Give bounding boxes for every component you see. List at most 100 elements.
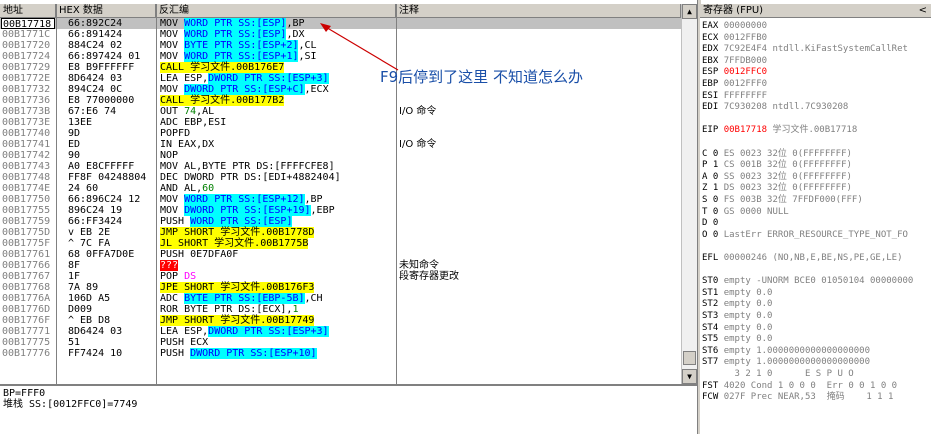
- address-cell: 00B17750: [2, 194, 51, 205]
- register-name: EIP: [702, 125, 724, 136]
- disasm-row[interactable]: 00B1773E 13EE ADC EBP,ESI: [0, 117, 681, 128]
- register-detail: 0.0: [756, 299, 773, 310]
- disasm-row[interactable]: 00B17724 66:897424 01 MOV WORD PTR SS:[ESP…: [0, 51, 681, 62]
- disasm-row[interactable]: 00B17771 8D6424 03 LEA ESP,DWORD PTR SS:[E…: [0, 326, 681, 337]
- disasm-cell: ADC BYTE PTR SS:[EBP-5B],CH: [160, 293, 323, 304]
- register-line[interactable]: EFL 00000246 (NO,NB,E,BE,NS,PE,GE,LE): [702, 253, 903, 264]
- disasm-row[interactable]: 00B17736 E8 77000000 CALL 学习文件.00B177B2: [0, 95, 681, 106]
- disasm-row[interactable]: 00B17768 7A 89 JPE SHORT 学习文件.00B176F3: [0, 282, 681, 293]
- disasm-row-selected[interactable]: 00B17718 66:892C24 MOV WORD PTR SS:[ESP],B…: [0, 18, 681, 30]
- register-line[interactable]: ST3 empty 0.0: [702, 311, 772, 322]
- disasm-row[interactable]: 00B17759 66:FF3424 PUSH WORD PTR SS:[ESP]: [0, 216, 681, 227]
- disasm-token: ,CH: [304, 293, 323, 304]
- register-line[interactable]: EBP 0012FFF0: [702, 79, 772, 90]
- register-line[interactable]: ESP 0012FFC0: [702, 67, 772, 78]
- disasm-token: ,CL: [298, 40, 317, 51]
- disasm-row[interactable]: 00B1774E 24 60 AND AL,60: [0, 183, 681, 194]
- disasm-row[interactable]: 00B17740 9D POPFD: [0, 128, 681, 139]
- column-header-disasm[interactable]: 反汇编: [156, 4, 396, 18]
- disasm-row[interactable]: 00B17766 8F??? 未知命令: [0, 260, 681, 271]
- scroll-down-button[interactable]: ▼: [682, 369, 697, 384]
- register-detail: NULL: [767, 206, 789, 217]
- register-name: FCW: [702, 392, 724, 403]
- register-line[interactable]: A 0 SS 0023 32位 0(FFFFFFFF): [702, 172, 852, 183]
- disassembly-scrollbar[interactable]: ▲ ▼: [681, 4, 698, 384]
- disasm-token: PUSH ECX: [160, 337, 209, 348]
- registers-toggle-button[interactable]: <: [919, 4, 927, 18]
- scroll-thumb[interactable]: [683, 351, 696, 365]
- disasm-token: BYTE PTR SS:[EBP-5B]: [184, 293, 305, 304]
- scroll-up-button[interactable]: ▲: [682, 4, 697, 19]
- column-header-address[interactable]: 地址: [0, 4, 56, 18]
- hex-cell: 13EE: [68, 117, 93, 128]
- address-cell: 00B1773E: [2, 117, 51, 128]
- disasm-row[interactable]: 00B1775D v EB 2E JMP SHORT 学习文件.00B1778D: [0, 227, 681, 238]
- register-line[interactable]: EDI 7C930208 ntdll.7C930208: [702, 102, 848, 113]
- register-value: 0012FFF0: [723, 79, 773, 89]
- disasm-row[interactable]: 00B17741 ED IN EAX,DX I/O 命令: [0, 139, 681, 150]
- disasm-row[interactable]: 00B17761 68 0FFA7D0E PUSH 0E7DFA0F: [0, 249, 681, 260]
- disasm-token: ,BP: [304, 194, 323, 205]
- register-line[interactable]: EBX 7FFDB000: [702, 56, 772, 67]
- register-name: D 0: [702, 218, 724, 229]
- register-name: ST7: [702, 357, 724, 368]
- disasm-row[interactable]: 00B1775F ^ 7C FA JL SHORT 学习文件.00B1775B: [0, 238, 681, 249]
- register-line[interactable]: ST7 empty 1.0000000000000000000: [702, 357, 870, 368]
- registers-pane[interactable]: 寄存器 (FPU) < EAX 00000000 ECX 0012FFB0 ED…: [700, 4, 931, 434]
- register-line[interactable]: ECX 0012FFB0: [702, 33, 772, 44]
- disasm-row[interactable]: 00B17743 A0 E8CFFFFF MOV AL,BYTE PTR DS:[F…: [0, 161, 681, 172]
- disasm-row[interactable]: 00B1771C 66:891424 MOV WORD PTR SS:[ESP],D…: [0, 29, 681, 40]
- register-line[interactable]: Z 1 DS 0023 32位 0(FFFFFFFF): [702, 183, 852, 194]
- register-line[interactable]: ST4 empty 0.0: [702, 323, 772, 334]
- register-line[interactable]: ST1 empty 0.0: [702, 288, 772, 299]
- disasm-cell: POP DS: [160, 271, 196, 282]
- register-detail: 0.0: [756, 322, 773, 333]
- disasm-token: DS: [184, 271, 197, 282]
- disasm-token: DWORD PTR SS:[ESP+3]: [208, 326, 329, 337]
- register-line[interactable]: EIP 00B17718 学习文件.00B17718: [702, 125, 857, 136]
- column-header-hex[interactable]: HEX 数据: [56, 4, 156, 18]
- disasm-row[interactable]: 00B17750 66:896C24 12 MOV WORD PTR SS:[ESP…: [0, 194, 681, 205]
- disasm-row[interactable]: 00B17776 FF7424 10 PUSH DWORD PTR SS:[ESP+…: [0, 348, 681, 359]
- disasm-token: ADC EBP,ESI: [160, 117, 227, 128]
- disasm-token: WORD PTR SS:[ESP+12]: [184, 194, 305, 205]
- disasm-row[interactable]: 00B17748 FF8F 04248804 DEC DWORD PTR DS:[E…: [0, 172, 681, 183]
- disasm-row[interactable]: 00B17775 51 PUSH ECX: [0, 337, 681, 348]
- disasm-row[interactable]: 00B17720 884C24 02 MOV BYTE PTR SS:[ESP+2]…: [0, 40, 681, 51]
- register-line[interactable]: ESI FFFFFFFF: [702, 91, 772, 102]
- disasm-row[interactable]: 00B1776F ^ EB D8 JMP SHORT 学习文件.00B17749: [0, 315, 681, 326]
- register-name: ECX: [702, 32, 724, 43]
- register-line[interactable]: T 0 GS 0000 NULL: [702, 207, 789, 218]
- register-line[interactable]: EAX 00000000: [702, 21, 772, 32]
- info-pane[interactable]: BP=FFF0 堆栈 SS:[0012FFC0]=7749: [0, 384, 697, 434]
- column-header-comment[interactable]: 注释: [396, 4, 681, 18]
- register-detail: 0.0: [756, 334, 773, 345]
- register-line[interactable]: ST6 empty 1.0000000000000000000: [702, 346, 870, 357]
- disasm-token: MOV: [160, 194, 185, 205]
- disasm-token: ,ECX: [304, 84, 329, 95]
- register-line[interactable]: FCW 027F Prec NEAR,53 掩码 1 1 1: [702, 392, 893, 403]
- register-line[interactable]: ST2 empty 0.0: [702, 299, 772, 310]
- register-line[interactable]: D 0: [702, 218, 724, 229]
- register-line[interactable]: EDX 7C92E4F4 ntdll.KiFastSystemCallRet: [702, 44, 908, 55]
- disasm-cell: MOV WORD PTR SS:[ESP+1],SI: [160, 51, 317, 62]
- register-line[interactable]: S 0 FS 003B 32位 7FFDF000(FFF): [702, 195, 863, 206]
- disasm-row[interactable]: 00B1773B 67:E6 74 OUT 74,AL I/O 命令: [0, 106, 681, 117]
- register-line[interactable]: P 1 CS 001B 32位 0(FFFFFFFF): [702, 160, 852, 171]
- register-line[interactable]: ST0 empty -UNORM BCE0 01050104 00000000: [702, 276, 913, 287]
- hex-cell: ED: [68, 139, 81, 150]
- register-line[interactable]: FST 4020 Cond 1 0 0 0 Err 0 0 1 0 0: [702, 381, 897, 392]
- disasm-row[interactable]: 00B17755 896C24 19 MOV DWORD PTR SS:[ESP+1…: [0, 205, 681, 216]
- register-name: EBP: [702, 79, 724, 89]
- disasm-row[interactable]: 00B1776A 106D A5 ADC BYTE PTR SS:[EBP-5B],…: [0, 293, 681, 304]
- register-line[interactable]: O 0 LastErr ERROR_RESOURCE_TYPE_NOT_FO: [702, 230, 908, 241]
- disasm-row[interactable]: 00B17742 90 NOP: [0, 150, 681, 161]
- disasm-row[interactable]: 00B1776D D009 ROR BYTE PTR DS:[ECX],1: [0, 304, 681, 315]
- register-line[interactable]: 3 2 1 0 E S P U O: [702, 369, 854, 380]
- hex-cell: 66:896C24 12: [68, 194, 141, 205]
- disasm-row[interactable]: 00B17767 1F POP DS 段寄存器更改: [0, 271, 681, 282]
- register-value: LastErr: [723, 229, 768, 240]
- register-detail: 32位 7FFDF000(FFF): [767, 195, 863, 205]
- register-line[interactable]: C 0 ES 0023 32位 0(FFFFFFFF): [702, 149, 852, 160]
- register-line[interactable]: ST5 empty 0.0: [702, 334, 772, 345]
